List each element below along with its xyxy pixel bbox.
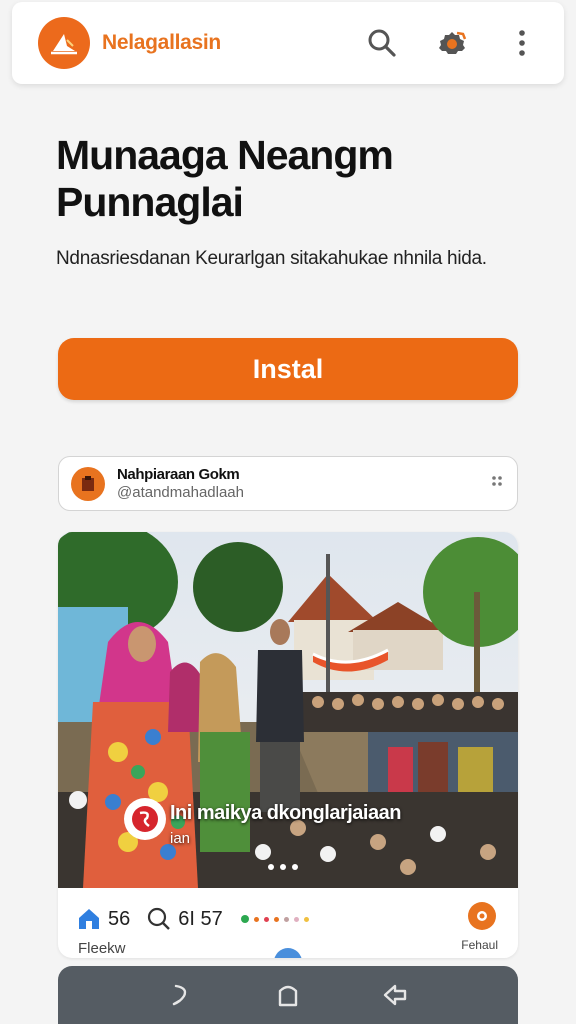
gear-icon[interactable] (434, 25, 470, 61)
post-caption-sub: ian (170, 830, 191, 847)
avatar[interactable] (71, 466, 105, 501)
reaction-dots (240, 915, 309, 923)
post-footer-left: Fleekw (78, 940, 126, 957)
post-footer-right: Fehaul (461, 938, 498, 952)
post-caption: Ini maikya dkonglarjaiaan (170, 802, 401, 824)
scroll-indicator (274, 948, 302, 958)
home-icon[interactable] (270, 977, 306, 1013)
brand-name: Nelagallasin (102, 31, 221, 54)
search-comment-icon (148, 907, 171, 930)
app-header: Nelagallasin (12, 2, 564, 84)
page-title: Munaaga Neangm Punnaglai (56, 132, 394, 225)
post-card[interactable]: Ini maikya dkonglarjaiaan ian 56 6I 57 F… (58, 532, 518, 958)
post-stats: 56 6I 57 (76, 904, 502, 934)
profile-name: Nahpiaraan Gokm (117, 465, 240, 483)
caption-logo-icon (124, 798, 166, 840)
like-count[interactable]: 56 (76, 906, 130, 932)
profile-card[interactable]: Nahpiaraan Gokm @atandmahadlaah (58, 456, 518, 511)
more-vertical-icon[interactable] (504, 25, 540, 61)
back-gesture-icon[interactable] (163, 977, 199, 1013)
post-photo[interactable] (58, 532, 518, 888)
share-icon[interactable] (468, 902, 496, 930)
install-button[interactable]: Instal (58, 338, 518, 400)
recent-apps-icon[interactable] (377, 977, 413, 1013)
drag-handle-icon[interactable] (491, 474, 503, 493)
home-like-icon (79, 909, 99, 929)
comment-count[interactable]: 6I 57 (146, 906, 223, 932)
carousel-indicator (268, 864, 298, 870)
logo-icon[interactable] (38, 17, 90, 69)
profile-handle: @atandmahadlaah (117, 483, 244, 501)
search-icon[interactable] (364, 25, 400, 61)
system-nav-bar (58, 966, 518, 1024)
page-subtitle: Ndnasriesdanan Keurarlgan sitakahukae nh… (56, 248, 487, 269)
